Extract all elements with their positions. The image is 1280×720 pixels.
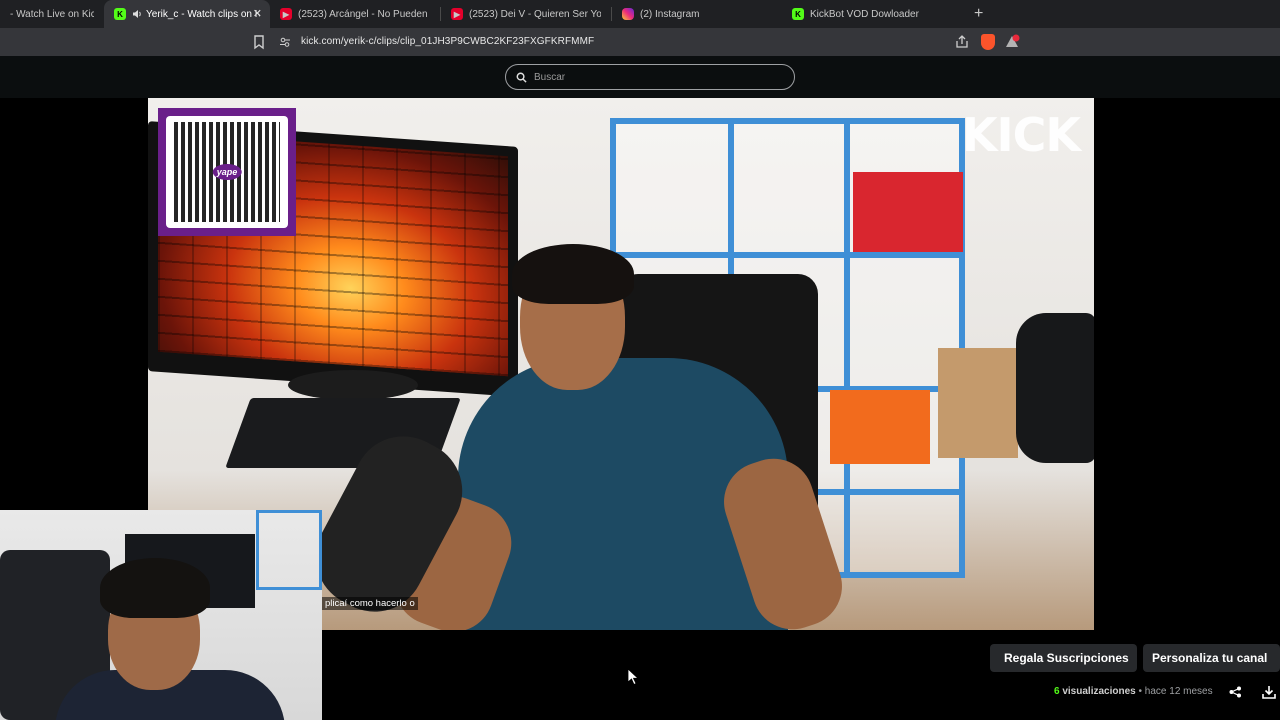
tab-youtube-arcangel[interactable]: ▶ (2523) Arcángel - No Pueden Con El xyxy=(270,0,440,28)
tab-title: (2) Instagram xyxy=(640,8,700,20)
clip-stats: 6 visualizaciones • hace 12 meses xyxy=(1054,686,1213,697)
qr-code-overlay: yape xyxy=(158,108,296,236)
webcam-overlay xyxy=(0,510,322,720)
views-count: 6 xyxy=(1054,686,1060,697)
brave-rewards-icon[interactable] xyxy=(1004,34,1020,50)
tab-title: (2523) Dei V - Quieren Ser Yo (Video xyxy=(469,8,601,20)
close-icon[interactable]: ✕ xyxy=(253,7,262,20)
tab-title: - Watch Live on Kick xyxy=(10,8,94,20)
video-tv-stand xyxy=(288,370,418,400)
webcam-person-hair xyxy=(100,558,210,618)
search-bar[interactable] xyxy=(505,64,795,90)
search-input[interactable] xyxy=(534,71,764,83)
tab-title: (2523) Arcángel - No Pueden Con El xyxy=(298,8,430,20)
kick-header xyxy=(0,56,1280,98)
stats-separator: • xyxy=(1138,686,1143,697)
video-paper-bag xyxy=(938,348,1018,458)
site-settings-icon[interactable] xyxy=(279,36,291,48)
customize-channel-button[interactable]: Personaliza tu canal xyxy=(1143,644,1280,672)
browser-tab-strip: - Watch Live on Kick K Yerik_c - Watch c… xyxy=(0,0,1280,28)
address-bar-url[interactable]: kick.com/yerik-c/clips/clip_01JH3P9CWBC2… xyxy=(301,36,594,47)
instagram-favicon-icon xyxy=(622,8,634,20)
download-icon[interactable] xyxy=(1262,685,1276,699)
qr-badge: yape xyxy=(212,164,242,180)
video-person-hair xyxy=(512,244,634,304)
customize-channel-label: Personaliza tu canal xyxy=(1152,651,1268,665)
video-subtitle: plicaí como hacerlo o xyxy=(322,597,418,610)
video-orange-box xyxy=(830,390,930,464)
share-icon[interactable] xyxy=(1229,686,1242,698)
gift-subscriptions-label: Regala Suscripciones xyxy=(1004,651,1129,665)
speaker-icon[interactable] xyxy=(132,9,142,19)
brave-shield-icon[interactable] xyxy=(981,34,995,50)
kickbot-favicon-icon: K xyxy=(792,8,804,20)
mouse-cursor-icon xyxy=(627,668,639,685)
tab-kick-live[interactable]: - Watch Live on Kick xyxy=(0,0,104,28)
tab-instagram[interactable]: (2) Instagram xyxy=(612,0,782,28)
bookmark-icon[interactable] xyxy=(252,34,266,50)
youtube-favicon-icon: ▶ xyxy=(451,8,463,20)
new-tab-button[interactable]: + xyxy=(974,5,983,23)
browser-toolbar: kick.com/yerik-c/clips/clip_01JH3P9CWBC2… xyxy=(0,28,1280,56)
tab-kickbot[interactable]: K KickBot VOD Dowloader xyxy=(782,0,952,28)
webcam-shelf xyxy=(256,510,322,590)
kick-watermark: KICK xyxy=(961,108,1081,162)
search-icon xyxy=(516,72,527,83)
tab-kick-clips[interactable]: K Yerik_c - Watch clips on Kick ✕ xyxy=(104,0,270,28)
video-headset-box xyxy=(853,172,963,252)
kick-favicon-icon: K xyxy=(114,8,126,20)
youtube-favicon-icon: ▶ xyxy=(280,8,292,20)
clip-age: hace 12 meses xyxy=(1144,686,1213,697)
tab-youtube-deiv[interactable]: ▶ (2523) Dei V - Quieren Ser Yo (Video xyxy=(441,0,611,28)
tab-title: KickBot VOD Dowloader xyxy=(810,8,919,20)
share-page-icon[interactable] xyxy=(955,35,969,49)
tab-title: Yerik_c - Watch clips on Kick xyxy=(146,8,260,20)
video-backpack xyxy=(1016,313,1094,463)
views-label: visualizaciones xyxy=(1062,686,1136,697)
gift-subscriptions-button[interactable]: Regala Suscripciones xyxy=(990,644,1137,672)
